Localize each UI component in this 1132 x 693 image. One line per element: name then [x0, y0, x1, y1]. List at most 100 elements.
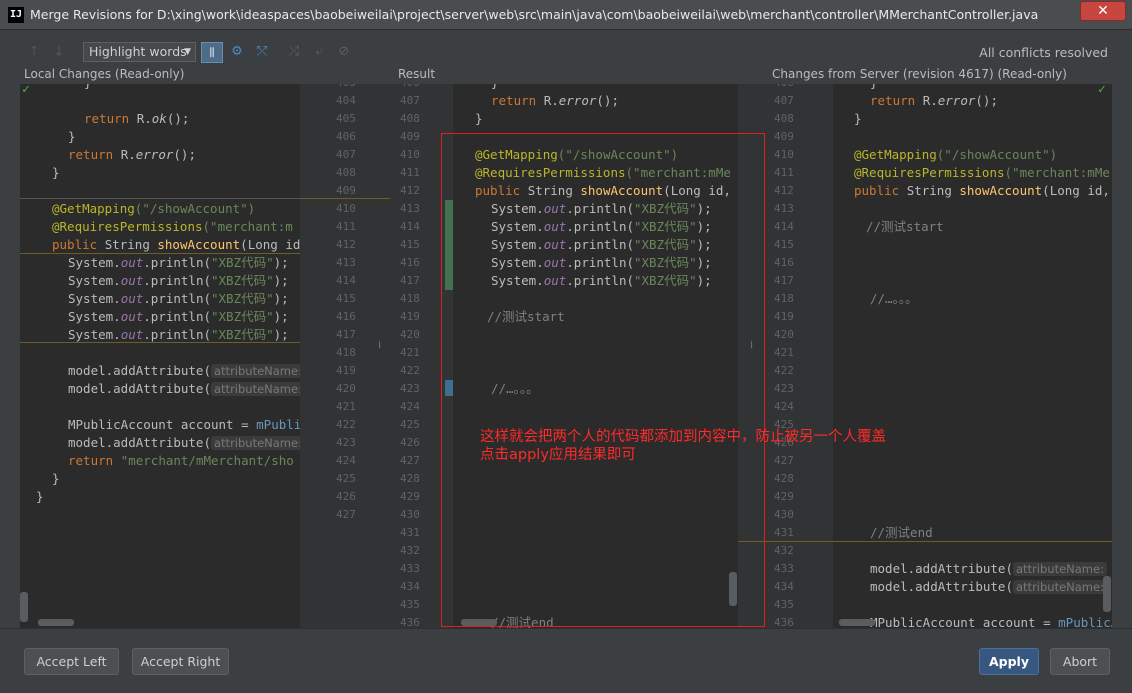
right-h-scrollbar[interactable]	[839, 619, 875, 626]
line-number: 413	[774, 202, 794, 215]
line-number: 436	[774, 616, 794, 628]
line-number: 406	[774, 84, 794, 92]
line-number: 407	[774, 94, 794, 107]
line-number: 416	[336, 310, 356, 323]
line-number: 434	[774, 580, 794, 593]
line-number: 426	[336, 490, 356, 503]
line-number: 410	[336, 202, 356, 215]
line-number: 409	[400, 130, 420, 143]
line-number: 419	[774, 310, 794, 323]
line-number: 420	[336, 382, 356, 395]
line-number: 423	[336, 436, 356, 449]
annotation-box	[441, 133, 765, 627]
line-number: 412	[336, 238, 356, 251]
line-number: 414	[336, 274, 356, 287]
line-number: 415	[400, 238, 420, 251]
apply-left-icon[interactable]: ⤭	[285, 43, 303, 61]
chevron-down-icon: ▼	[184, 47, 191, 57]
line-number: 436	[400, 616, 420, 628]
line-number: 429	[400, 490, 420, 503]
line-number: 407	[400, 94, 420, 107]
line-number: 433	[400, 562, 420, 575]
line-number: 424	[774, 400, 794, 413]
splitter-grip-icon[interactable]: ⁞	[378, 340, 381, 351]
gear-icon[interactable]: ⚙	[228, 43, 246, 61]
line-number: 417	[336, 328, 356, 341]
line-number: 412	[400, 184, 420, 197]
line-number: 411	[774, 166, 794, 179]
highlight-words-dropdown[interactable]: Highlight words ▼	[83, 42, 196, 62]
window-title: Merge Revisions for D:\xing\work\ideaspa…	[30, 7, 1039, 22]
line-number: 430	[774, 508, 794, 521]
accept-left-button[interactable]: Accept Left	[24, 648, 119, 675]
line-number: 405	[336, 112, 356, 125]
line-number: 422	[400, 364, 420, 377]
right-scrollbar[interactable]	[1103, 576, 1111, 612]
right-editor[interactable]: } return R.error(); } @GetMapping("/show…	[833, 84, 1112, 628]
line-number: 417	[400, 274, 420, 287]
line-number: 409	[774, 130, 794, 143]
line-number: 413	[336, 256, 356, 269]
line-number: 423	[400, 382, 420, 395]
left-pane-title: Local Changes (Read-only)	[24, 67, 185, 81]
apply-button[interactable]: Apply	[979, 648, 1039, 675]
resolved-check-icon-right: ✓	[1098, 84, 1106, 97]
title-bar: IJ Merge Revisions for D:\xing\work\idea…	[0, 0, 1132, 30]
line-number: 432	[774, 544, 794, 557]
line-number: 429	[774, 490, 794, 503]
line-number: 418	[336, 346, 356, 359]
line-number: 417	[774, 274, 794, 287]
line-number: 431	[774, 526, 794, 539]
arrow-up-icon[interactable]: 🡑	[25, 43, 43, 61]
line-number: 421	[400, 346, 420, 359]
columns-icon[interactable]: ⫼	[201, 42, 223, 63]
line-number: 420	[774, 328, 794, 341]
line-number: 435	[400, 598, 420, 611]
line-number: 428	[774, 472, 794, 485]
line-number: 406	[400, 84, 420, 92]
line-number: 419	[400, 310, 420, 323]
line-number: 407	[336, 148, 356, 161]
right-pane-title: Changes from Server (revision 4617) (Rea…	[772, 67, 1067, 81]
apply-right-icon[interactable]: ⤶	[310, 43, 328, 61]
line-number: 420	[400, 328, 420, 341]
left-editor[interactable]: ✓ } return R.ok(); } return R.error(); }…	[20, 84, 300, 628]
line-number: 416	[400, 256, 420, 269]
accept-right-button[interactable]: Accept Right	[132, 648, 229, 675]
line-number: 414	[774, 220, 794, 233]
line-number: 408	[336, 166, 356, 179]
line-number: 418	[774, 292, 794, 305]
line-number: 414	[400, 220, 420, 233]
line-number: 424	[400, 400, 420, 413]
line-number: 435	[774, 598, 794, 611]
abort-button[interactable]: Abort	[1050, 648, 1110, 675]
line-number: 425	[336, 472, 356, 485]
left-scrollbar[interactable]	[20, 592, 28, 622]
line-number: 418	[400, 292, 420, 305]
line-number: 422	[774, 364, 794, 377]
line-number: 411	[400, 166, 420, 179]
line-number: 415	[774, 238, 794, 251]
line-number: 430	[400, 508, 420, 521]
magic-resolve-icon[interactable]: ⤲	[253, 43, 271, 61]
close-window-button[interactable]: ✕	[1080, 1, 1126, 21]
line-number: 432	[400, 544, 420, 557]
ignore-icon[interactable]: ⊘	[335, 43, 353, 61]
line-number: 423	[774, 382, 794, 395]
resolved-check-icon: ✓	[22, 84, 30, 97]
arrow-down-icon[interactable]: 🡓	[50, 43, 68, 61]
line-number: 425	[400, 418, 420, 431]
line-number: 427	[336, 508, 356, 521]
annotation-text: 这样就会把两个人的代码都添加到内容中，防止被另一个人覆盖 点击apply应用结果…	[480, 429, 886, 463]
result-pane-title: Result	[398, 67, 436, 81]
line-number: 428	[400, 472, 420, 485]
left-h-scrollbar[interactable]	[38, 619, 74, 626]
left-gutter: 4034044054064074084094104114124134144154…	[300, 84, 390, 628]
highlight-words-label: Highlight words	[89, 44, 187, 59]
line-number: 426	[400, 436, 420, 449]
line-number: 421	[774, 346, 794, 359]
line-number: 431	[400, 526, 420, 539]
line-number: 408	[400, 112, 420, 125]
line-number: 427	[400, 454, 420, 467]
line-number: 421	[336, 400, 356, 413]
